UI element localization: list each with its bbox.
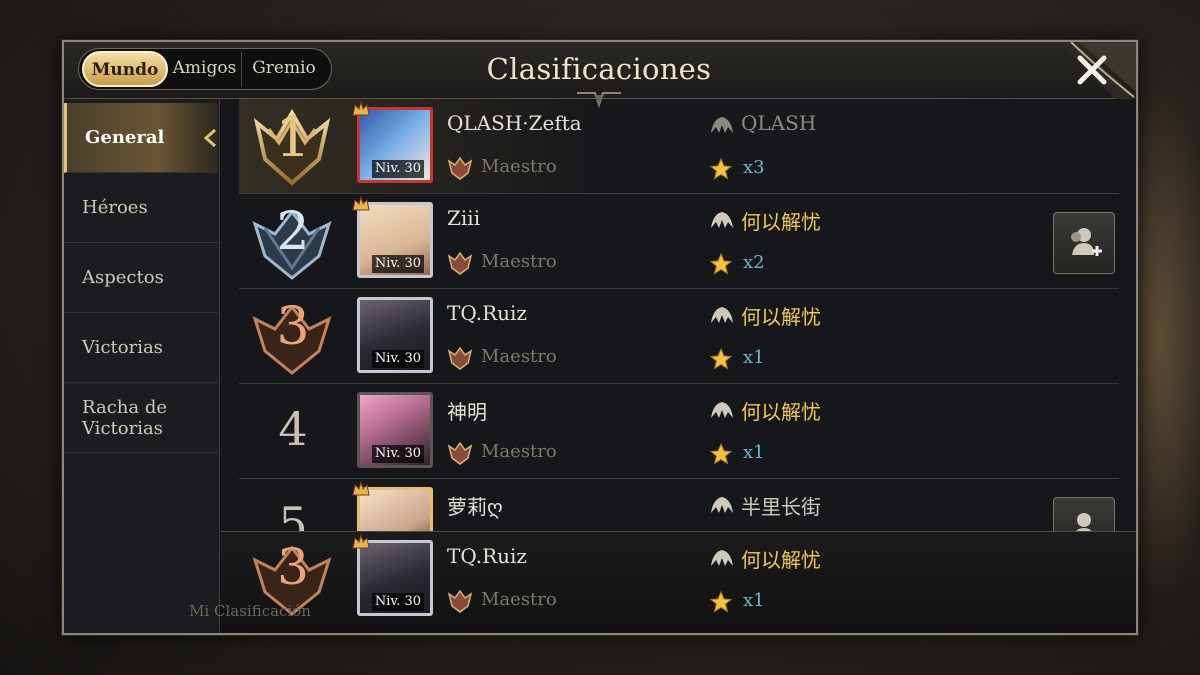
sidebar-item-general[interactable]: General	[64, 103, 218, 173]
rank-tier-label: Maestro	[481, 441, 557, 462]
rank-number: 1	[275, 105, 311, 170]
tab-amigos[interactable]: Amigos	[168, 51, 242, 87]
star-count: x3	[743, 157, 765, 178]
star-icon	[709, 347, 733, 370]
sidebar-item-label: Héroes	[82, 197, 148, 218]
player-level: Niv. 30	[372, 255, 424, 273]
ranking-row[interactable]: 2 Niv. 30 Ziii Maestro 何以解忧 x2	[239, 194, 1119, 289]
player-name[interactable]: Ziii	[447, 206, 480, 230]
guild-emblem-icon	[711, 307, 733, 323]
chevron-left-icon	[203, 129, 216, 147]
ranking-list[interactable]: 1 Niv. 30 QLASH·Zefta Maestro QLASH x3 2…	[221, 99, 1136, 531]
my-ranking-label: Mi Clasificación	[189, 602, 311, 620]
add-friend-button[interactable]	[1053, 497, 1115, 531]
crown-badge-icon	[352, 195, 370, 211]
star-count: x1	[743, 347, 765, 368]
guild-name: 何以解忧	[741, 548, 821, 572]
my-ranking-bar: 3 Mi Clasificación Niv. 30 TQ.Ruiz Maest…	[189, 531, 1136, 633]
sidebar-item-label: Racha de Victorias	[82, 396, 167, 439]
rank-tier-label: Maestro	[481, 251, 557, 272]
player-name[interactable]: TQ.Ruiz	[447, 544, 527, 568]
rank-number: 4	[278, 402, 308, 456]
guild-name: 何以解忧	[741, 210, 821, 234]
sidebar-item-label: General	[85, 127, 165, 148]
player-name[interactable]: 萝莉ღ	[447, 491, 503, 520]
tab-mundo[interactable]: Mundo	[82, 51, 168, 87]
guild-name: 何以解忧	[741, 400, 821, 424]
crown-badge-icon	[352, 100, 370, 116]
guild-name: 何以解忧	[741, 305, 821, 329]
category-sidebar: General Héroes Aspectos Victorias Racha …	[64, 99, 220, 633]
player-name[interactable]: 神明	[447, 396, 487, 425]
add-friend-icon	[1076, 513, 1092, 531]
avatar[interactable]: Niv. 30	[357, 392, 433, 468]
ranking-row[interactable]: 5 萝莉ღ 半里长街	[239, 479, 1119, 531]
tab-gremio[interactable]: Gremio	[242, 51, 326, 87]
player-name[interactable]: TQ.Ruiz	[447, 301, 527, 325]
star-icon	[709, 157, 733, 180]
star-count: x1	[743, 590, 765, 611]
guild-name: QLASH	[741, 111, 817, 135]
star-icon	[709, 442, 733, 465]
sidebar-item-aspectos[interactable]: Aspectos	[64, 243, 218, 313]
player-name[interactable]: QLASH·Zefta	[447, 111, 582, 135]
rank-number: 2	[276, 202, 310, 262]
avatar[interactable]: Niv. 30	[357, 297, 433, 373]
star-icon	[709, 590, 733, 613]
guild-emblem-icon	[711, 212, 733, 228]
my-ranking-row[interactable]: 3 Mi Clasificación Niv. 30 TQ.Ruiz Maest…	[189, 532, 1119, 627]
guild-name: 半里长街	[741, 495, 821, 519]
rank-number: 3	[277, 538, 309, 596]
star-count: x2	[743, 252, 765, 273]
guild-emblem-icon	[711, 402, 733, 418]
guild-emblem-icon	[711, 117, 733, 133]
rank-number: 5	[278, 497, 308, 531]
rank-tier-label: Maestro	[481, 589, 557, 610]
ranking-row[interactable]: 1 Niv. 30 QLASH·Zefta Maestro QLASH x3	[239, 99, 1119, 194]
star-icon	[709, 252, 733, 275]
page-title: Clasificaciones	[486, 52, 712, 86]
add-friend-icon	[1071, 228, 1102, 256]
master-rank-icon	[447, 346, 473, 370]
guild-emblem-icon	[711, 550, 733, 566]
guild-emblem-icon	[711, 497, 733, 513]
master-rank-icon	[447, 441, 473, 465]
rank-number: 3	[276, 297, 310, 357]
sidebar-item-heroes[interactable]: Héroes	[64, 173, 218, 243]
player-level: Niv. 30	[372, 350, 424, 368]
player-level: Niv. 30	[372, 593, 424, 611]
crown-badge-icon	[352, 480, 370, 496]
panel-header: Mundo Amigos Gremio Clasificaciones	[64, 42, 1136, 109]
rank-tier-label: Maestro	[481, 346, 557, 367]
master-rank-icon	[447, 156, 473, 180]
player-level: Niv. 30	[372, 445, 424, 463]
ranking-row[interactable]: 4 Niv. 30 神明 Maestro 何以解忧 x1	[239, 384, 1119, 479]
crown-badge-icon	[352, 533, 370, 549]
rankings-panel: Mundo Amigos Gremio Clasificaciones Gene…	[62, 40, 1138, 635]
player-level: Niv. 30	[372, 160, 424, 178]
sidebar-item-racha[interactable]: Racha de Victorias	[64, 383, 218, 453]
sidebar-item-label: Aspectos	[82, 267, 164, 288]
close-icon	[1077, 55, 1107, 85]
sidebar-item-label: Victorias	[82, 337, 163, 358]
rank-tier-label: Maestro	[481, 156, 557, 177]
scope-tabs: Mundo Amigos Gremio	[78, 48, 332, 90]
master-rank-icon	[447, 251, 473, 275]
star-count: x1	[743, 442, 765, 463]
ranking-row[interactable]: 3 Niv. 30 TQ.Ruiz Maestro 何以解忧 x1	[239, 289, 1119, 384]
master-rank-icon	[447, 589, 473, 613]
sidebar-item-victorias[interactable]: Victorias	[64, 313, 218, 383]
add-friend-button[interactable]	[1053, 212, 1115, 274]
close-button[interactable]	[1064, 48, 1120, 92]
